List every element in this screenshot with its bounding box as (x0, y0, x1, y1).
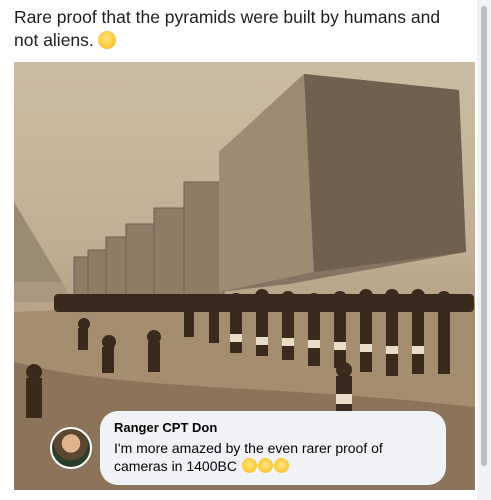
comment: Ranger CPT Don I'm more amazed by the ev… (50, 411, 450, 485)
comment-body: I'm more amazed by the even rarer proof … (114, 439, 432, 475)
comment-author[interactable]: Ranger CPT Don (114, 419, 432, 437)
laughing-emoji-icon (273, 458, 289, 473)
ok-hand-emoji-icon (97, 31, 116, 49)
scrollbar-thumb[interactable] (481, 6, 487, 466)
avatar[interactable] (50, 427, 92, 469)
laughing-emoji-icon (257, 458, 273, 473)
post-caption: Rare proof that the pyramids were built … (14, 6, 464, 52)
post-text: Rare proof that the pyramids were built … (14, 7, 441, 50)
comment-bubble: Ranger CPT Don I'm more amazed by the ev… (100, 411, 446, 485)
laughing-emoji-icon (241, 458, 257, 473)
scrollbar[interactable] (477, 0, 491, 500)
